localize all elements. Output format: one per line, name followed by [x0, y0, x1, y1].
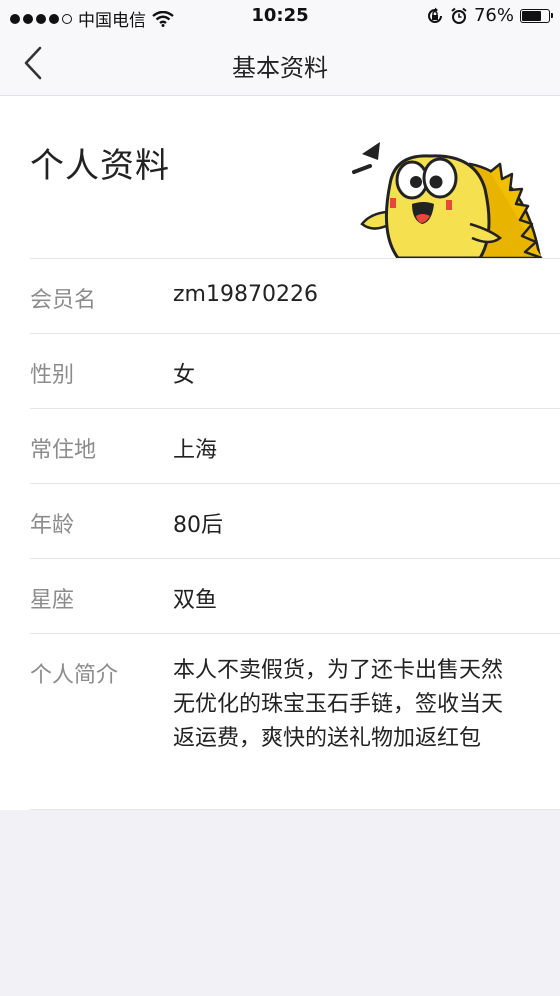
- row-label-bio: 个人简介: [30, 663, 119, 688]
- row-value-constellation: 双鱼: [173, 588, 218, 613]
- divider: [30, 633, 560, 634]
- divider: [30, 483, 560, 484]
- row-value-age: 80后: [173, 513, 223, 538]
- battery-fill: [522, 10, 541, 21]
- row-label-constellation: 星座: [30, 588, 75, 613]
- row-label-member-name: 会员名: [30, 288, 97, 313]
- alarm-icon: [451, 7, 467, 24]
- section-title: 个人资料: [30, 146, 170, 186]
- page-title: 基本资料: [232, 54, 328, 82]
- row-value-member-name: zm19870226: [173, 282, 318, 307]
- row-label-gender: 性别: [30, 363, 75, 388]
- profile-card: 个人资料 会员名 zm19870226 性别 女 常住地 上海 年龄 80后 星…: [0, 96, 560, 810]
- nav-bar: 基本资料: [0, 32, 560, 96]
- row-value-gender: 女: [173, 363, 196, 388]
- battery-percent: 76%: [473, 5, 514, 26]
- divider: [30, 258, 560, 259]
- divider: [30, 558, 560, 559]
- status-right: 76%: [426, 5, 553, 26]
- divider: [30, 408, 560, 409]
- divider: [30, 809, 560, 810]
- row-label-age: 年龄: [30, 513, 75, 538]
- status-bar: 中国电信 10:25 76%: [0, 0, 560, 32]
- battery-icon: [520, 8, 553, 23]
- row-value-residence: 上海: [173, 438, 218, 463]
- row-label-residence: 常住地: [30, 438, 97, 463]
- row-value-bio: 本人不卖假货，为了还卡出售天然无优化的珠宝玉石手链，签收当天返运费，爽快的送礼物…: [173, 658, 504, 751]
- divider: [30, 333, 560, 334]
- rotation-lock-icon: [428, 7, 442, 23]
- mascot-illustration: [352, 142, 543, 259]
